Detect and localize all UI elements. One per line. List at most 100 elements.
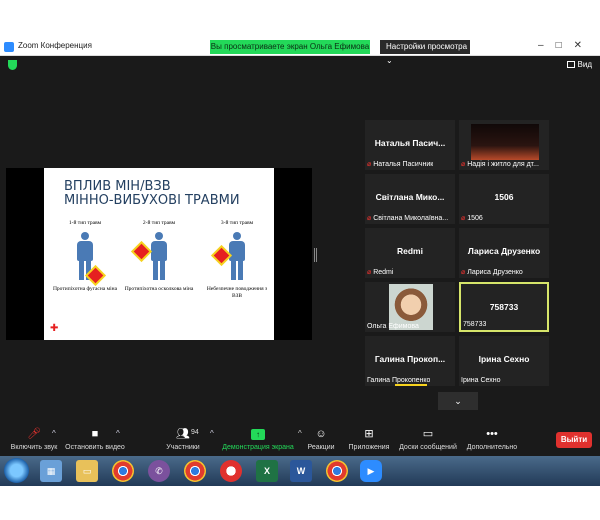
view-options-button[interactable]: Настройки просмотра ⌄ (380, 40, 470, 65)
participant-tile[interactable]: Ольга Ефимова (365, 282, 455, 332)
injury-type-heading: 3-й тип травм (220, 220, 254, 226)
participant-label: 758733 (463, 321, 487, 328)
participant-name-large: Наталья Пасич... (374, 138, 446, 148)
participant-tile[interactable]: Галина Прокоп... Галина Прокопенко (365, 336, 455, 386)
taskbar-opera-icon[interactable] (220, 460, 242, 482)
more-button[interactable]: ••• Дополнительно (462, 428, 522, 452)
window-controls[interactable]: –□✕ (538, 40, 594, 51)
participant-tile[interactable]: 1506 ⌀ 1506 (459, 174, 549, 224)
stop-video-button[interactable]: ■ Остановить видео ^ (64, 429, 126, 452)
video-options-chevron-icon[interactable]: ^ (116, 429, 120, 438)
mic-muted-icon: ⌀ (461, 215, 466, 222)
taskbar-excel-icon[interactable]: X (256, 460, 278, 482)
participants-button[interactable]: 👥︎ Участники 94 ^ (160, 428, 214, 452)
participants-count: 94 (191, 429, 199, 436)
participant-label: Наталья Пасичник (373, 161, 434, 168)
participant-name-large: 1506 (494, 192, 514, 202)
participant-name-large: Redmi (397, 246, 423, 256)
injury-type-heading: 1-й тип травм (68, 220, 102, 226)
zoom-app-icon (4, 42, 14, 52)
injury-type-3: 3-й тип травм Небезпечне поводження з ВЗ… (202, 220, 272, 300)
windows-taskbar: ▦ ▭ ✆ X W ▶ (0, 456, 600, 486)
injury-type-2: 2-й тип травм Протипіхотна осколкова мін… (124, 220, 194, 293)
participant-tile[interactable]: Redmi ⌀ Redmi (365, 228, 455, 278)
taskbar-chrome-icon[interactable] (184, 460, 206, 482)
person-figure-icon (74, 232, 104, 284)
participant-name-large: 758733 (489, 302, 519, 312)
participants-label: Участники (166, 444, 200, 451)
participant-label: Надія і житло для дт... (467, 161, 539, 168)
apps-label: Приложения (348, 444, 390, 451)
share-screen-icon: ↑ (251, 429, 265, 440)
reactions-button[interactable]: ☺ Реакции (304, 428, 338, 452)
explosion-icon (213, 247, 230, 264)
participant-label: 1506 (467, 215, 483, 222)
taskbar-chrome-icon[interactable] (112, 460, 134, 482)
view-label: Вид (577, 60, 592, 69)
whiteboard-icon: ▭ (422, 428, 434, 440)
participant-label: Ірина Сехно (461, 377, 501, 384)
explosion-icon (133, 243, 150, 260)
apps-icon: ⊞ (364, 428, 374, 440)
audio-options-chevron-icon[interactable]: ^ (52, 429, 56, 438)
zoom-window: Zoom Конференция –□✕ Вы просматриваете э… (0, 38, 600, 483)
red-cross-logo-icon: ✚ (50, 323, 59, 334)
participant-label: Redmi (373, 269, 394, 276)
share-screen-label: Демонстрация экрана (222, 444, 294, 451)
grid-icon (566, 61, 575, 68)
unmute-button[interactable]: 🎤︎ Включить звук ^ (4, 428, 64, 452)
stop-video-label: Остановить видео (65, 444, 125, 451)
whiteboards-button[interactable]: ▭ Доски сообщений (396, 428, 460, 452)
panel-resize-handle[interactable] (314, 248, 317, 262)
participant-tile[interactable]: Ірина Сехно Ірина Сехно (459, 336, 549, 386)
taskbar-viber-icon[interactable]: ✆ (148, 460, 170, 482)
taskbar-explorer-icon[interactable]: ▦ (40, 460, 62, 482)
participant-name-large: Галина Прокоп... (374, 354, 446, 364)
view-button[interactable]: Вид (566, 60, 592, 69)
mic-muted-icon: ⌀ (461, 161, 466, 168)
mic-muted-icon: ⌀ (367, 269, 372, 276)
mic-muted-icon: ⌀ (461, 269, 466, 276)
leave-meeting-button[interactable]: Выйти (556, 432, 592, 448)
mic-muted-icon: 🎤︎ (27, 428, 41, 440)
taskbar-chrome-icon[interactable] (326, 460, 348, 482)
more-label: Дополнительно (466, 444, 518, 451)
taskbar-zoom-icon[interactable]: ▶ (360, 460, 382, 482)
windows-start-button[interactable] (4, 458, 29, 483)
injury-type-caption: Небезпечне поводження з ВЗВ (206, 286, 268, 299)
injury-type-caption: Протипіхотна фугасна міна (52, 286, 118, 292)
participant-tile[interactable]: Світлана Мико... ⌀ Світлана Миколаївна... (365, 174, 455, 224)
unmute-label: Включить звук (10, 444, 58, 451)
participant-tile[interactable]: Наталья Пасич... ⌀ Наталья Пасичник (365, 120, 455, 170)
participants-icon: 👥︎ (176, 428, 190, 440)
injury-type-heading: 2-й тип травм (142, 220, 176, 226)
smiley-add-icon: ☺ (315, 428, 327, 440)
share-screen-button[interactable]: ↑ Демонстрация экрана ^ (222, 429, 302, 451)
participant-label: Галина Прокопенко (367, 377, 431, 384)
taskbar-folder-icon[interactable]: ▭ (76, 460, 98, 482)
gallery-scroll-down-button[interactable]: ⌄ (438, 392, 478, 410)
injury-type-caption: Протипіхотна осколкова міна (124, 286, 194, 292)
taskbar-word-icon[interactable]: W (290, 460, 312, 482)
encryption-shield-icon[interactable] (8, 60, 17, 70)
injury-type-1: 1-й тип травм Протипіхотна фугасна міна (50, 220, 120, 293)
shared-screen-area: ВПЛИВ МІН/ВЗВ МІННО-ВИБУХОВІ ТРАВМИ 1-й … (6, 168, 312, 340)
slide-title-line2: МІННО-ВИБУХОВІ ТРАВМИ (64, 193, 240, 208)
slide-title-line1: ВПЛИВ МІН/ВЗВ (64, 179, 171, 194)
participants-options-chevron-icon[interactable]: ^ (210, 429, 214, 438)
apps-button[interactable]: ⊞ Приложения (346, 428, 392, 452)
share-options-chevron-icon[interactable]: ^ (298, 429, 302, 438)
speaking-indicator (395, 384, 427, 386)
participant-tile-active-speaker[interactable]: 758733 758733 (459, 282, 549, 332)
person-figure-icon (213, 232, 248, 280)
more-dots-icon: ••• (486, 428, 498, 440)
whiteboards-label: Доски сообщений (399, 444, 457, 451)
reactions-label: Реакции (307, 444, 335, 451)
participant-tile[interactable]: ⌀ Надія і житло для дт... (459, 120, 549, 170)
slide-title: ВПЛИВ МІН/ВЗВ МІННО-ВИБУХОВІ ТРАВМИ (64, 180, 240, 208)
participant-tile[interactable]: Лариса Друзенко ⌀ Лариса Друзенко (459, 228, 549, 278)
person-figure-icon (133, 232, 170, 280)
participant-name-large: Лариса Друзенко (467, 246, 541, 256)
mic-muted-icon: ⌀ (367, 215, 372, 222)
participant-name-large: Світлана Мико... (375, 192, 445, 202)
